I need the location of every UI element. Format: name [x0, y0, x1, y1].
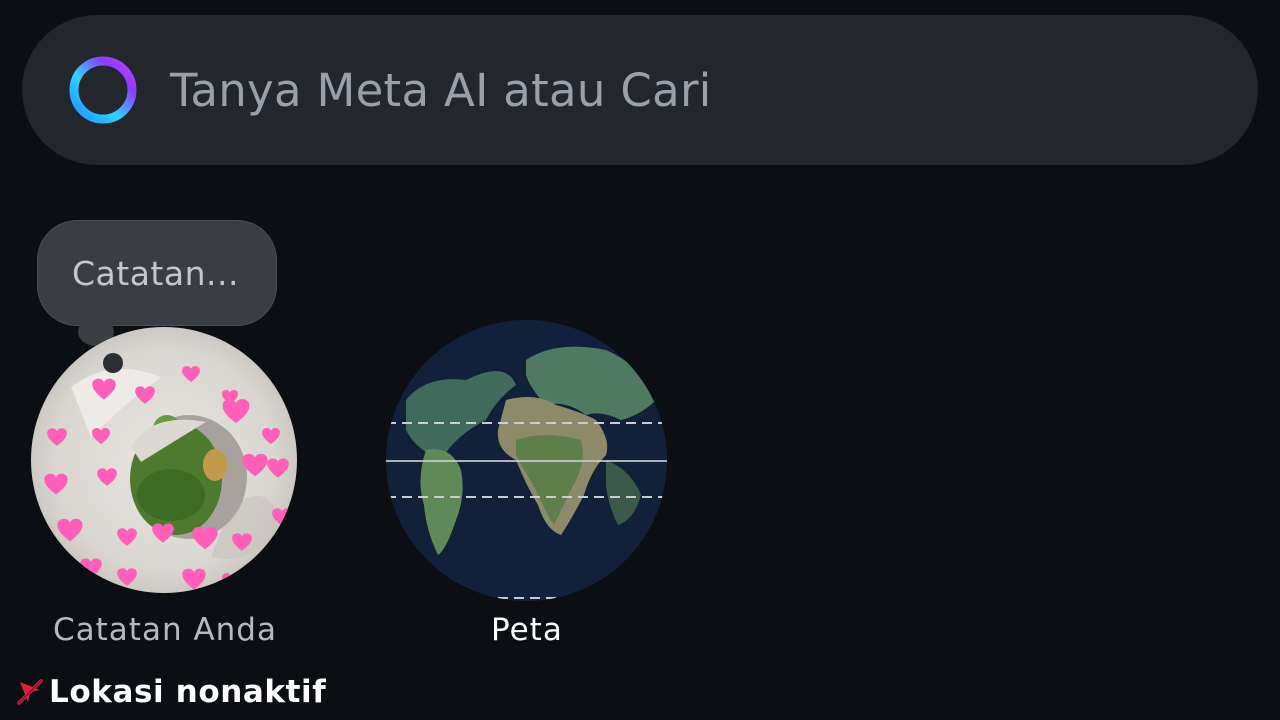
search-bar[interactable]: Tanya Meta AI atau Cari — [22, 15, 1258, 165]
notes-label: Catatan Anda — [53, 612, 277, 648]
location-status-text: Lokasi nonaktif — [49, 674, 327, 710]
notes-map-screen: Tanya Meta AI atau Cari Catatan... Catat… — [0, 0, 1280, 720]
world-globe-icon[interactable] — [386, 320, 667, 601]
location-off-icon — [15, 677, 45, 707]
search-placeholder: Tanya Meta AI atau Cari — [170, 63, 712, 117]
note-bubble-text: Catatan... — [72, 253, 239, 293]
location-status[interactable]: Lokasi nonaktif — [15, 670, 326, 714]
avatar[interactable] — [31, 327, 297, 593]
map-label: Peta — [491, 612, 563, 648]
note-bubble[interactable]: Catatan... — [37, 220, 277, 326]
meta-ai-ring-icon — [68, 55, 138, 125]
